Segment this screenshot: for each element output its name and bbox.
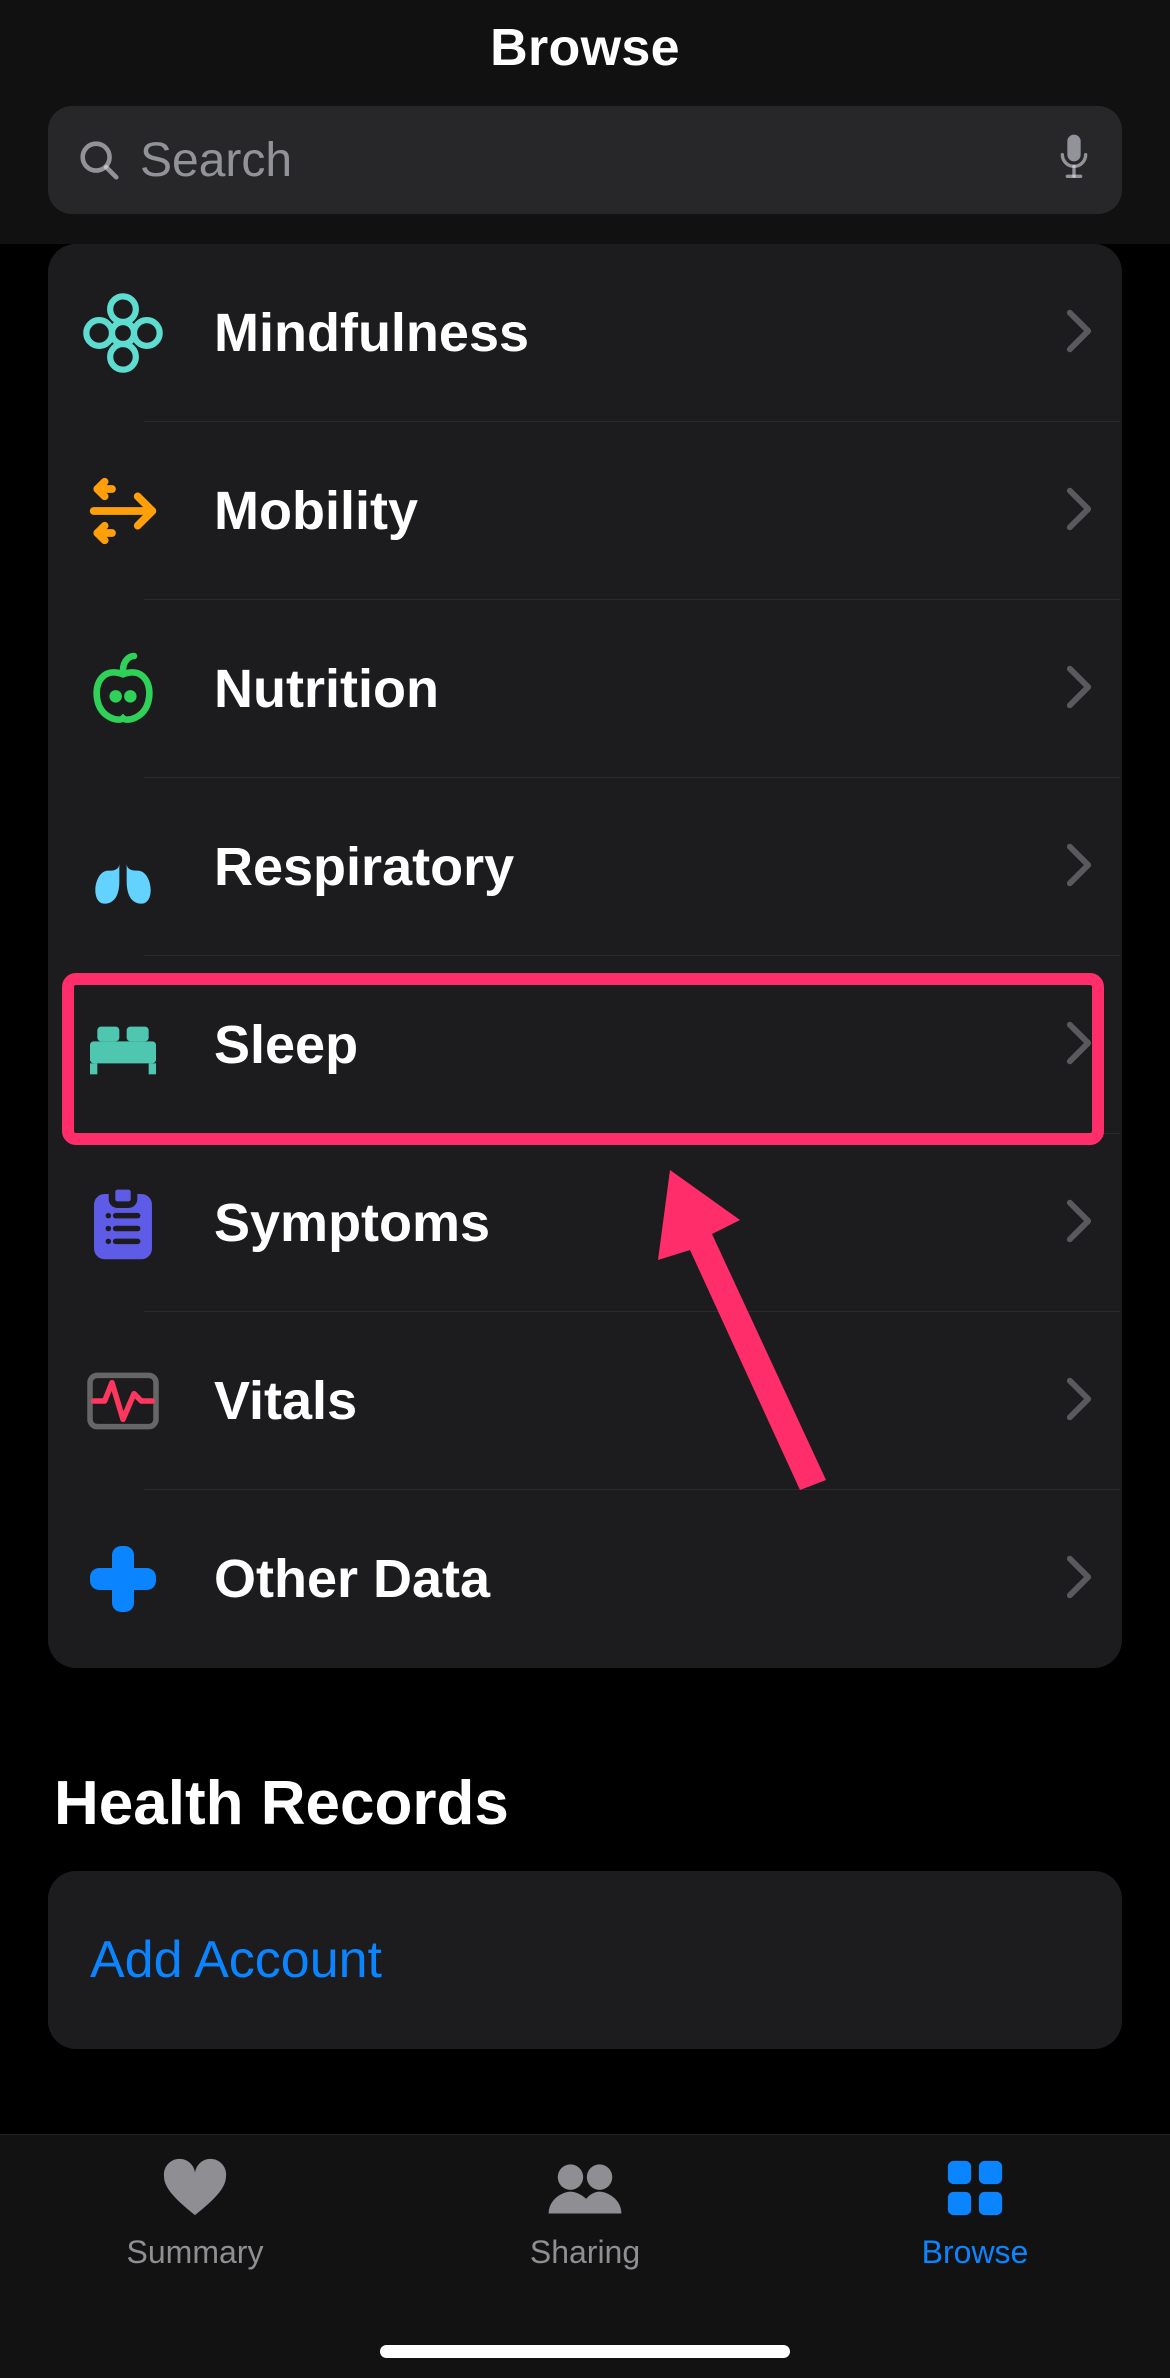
heart-icon bbox=[160, 2157, 230, 2224]
category-label: Mindfulness bbox=[168, 302, 1066, 364]
home-indicator[interactable] bbox=[380, 2345, 790, 2358]
grid-icon bbox=[943, 2157, 1007, 2224]
tab-label: Browse bbox=[922, 2234, 1029, 2271]
vitals-icon bbox=[78, 1356, 168, 1446]
category-list: Mindfulness Mobility bbox=[48, 244, 1122, 1668]
mindfulness-icon bbox=[78, 288, 168, 378]
respiratory-icon bbox=[78, 822, 168, 912]
search-placeholder: Search bbox=[140, 133, 1036, 188]
symptoms-icon bbox=[78, 1178, 168, 1268]
category-label: Other Data bbox=[168, 1548, 1066, 1610]
category-label: Respiratory bbox=[168, 836, 1066, 898]
tab-browse[interactable]: Browse bbox=[780, 2157, 1170, 2271]
category-row-respiratory[interactable]: Respiratory bbox=[50, 778, 1120, 956]
people-icon bbox=[545, 2157, 625, 2224]
other-data-icon bbox=[78, 1534, 168, 1624]
category-row-sleep[interactable]: Sleep bbox=[50, 956, 1120, 1134]
category-label: Vitals bbox=[168, 1370, 1066, 1432]
chevron-right-icon bbox=[1066, 309, 1092, 358]
category-row-symptoms[interactable]: Symptoms bbox=[50, 1134, 1120, 1312]
chevron-right-icon bbox=[1066, 665, 1092, 714]
chevron-right-icon bbox=[1066, 1377, 1092, 1426]
header: Browse bbox=[0, 0, 1170, 88]
category-row-mindfulness[interactable]: Mindfulness bbox=[50, 244, 1120, 422]
category-label: Sleep bbox=[168, 1014, 1066, 1076]
category-label: Mobility bbox=[168, 480, 1066, 542]
chevron-right-icon bbox=[1066, 1199, 1092, 1248]
category-row-vitals[interactable]: Vitals bbox=[50, 1312, 1120, 1490]
search-icon bbox=[76, 137, 122, 183]
mic-icon[interactable] bbox=[1054, 131, 1094, 190]
mobility-icon bbox=[78, 466, 168, 556]
section-header-health-records: Health Records bbox=[54, 1768, 1116, 1839]
tab-summary[interactable]: Summary bbox=[0, 2157, 390, 2271]
category-row-other-data[interactable]: Other Data bbox=[50, 1490, 1120, 1668]
tab-sharing[interactable]: Sharing bbox=[390, 2157, 780, 2271]
chevron-right-icon bbox=[1066, 843, 1092, 892]
tab-label: Summary bbox=[127, 2234, 264, 2271]
sleep-icon bbox=[78, 1000, 168, 1090]
search-container: Search bbox=[0, 88, 1170, 244]
page-title: Browse bbox=[0, 18, 1170, 78]
category-label: Symptoms bbox=[168, 1192, 1066, 1254]
tab-label: Sharing bbox=[530, 2234, 640, 2271]
search-input[interactable]: Search bbox=[48, 106, 1122, 214]
category-row-mobility[interactable]: Mobility bbox=[50, 422, 1120, 600]
chevron-right-icon bbox=[1066, 487, 1092, 536]
add-account-row[interactable]: Add Account bbox=[48, 1871, 1122, 2049]
chevron-right-icon bbox=[1066, 1021, 1092, 1070]
health-records-card: Add Account bbox=[48, 1871, 1122, 2049]
add-account-link[interactable]: Add Account bbox=[90, 1930, 382, 1990]
category-label: Nutrition bbox=[168, 658, 1066, 720]
nutrition-icon bbox=[78, 644, 168, 734]
chevron-right-icon bbox=[1066, 1555, 1092, 1604]
category-row-nutrition[interactable]: Nutrition bbox=[50, 600, 1120, 778]
tab-bar: Summary Sharing Browse bbox=[0, 2134, 1170, 2378]
